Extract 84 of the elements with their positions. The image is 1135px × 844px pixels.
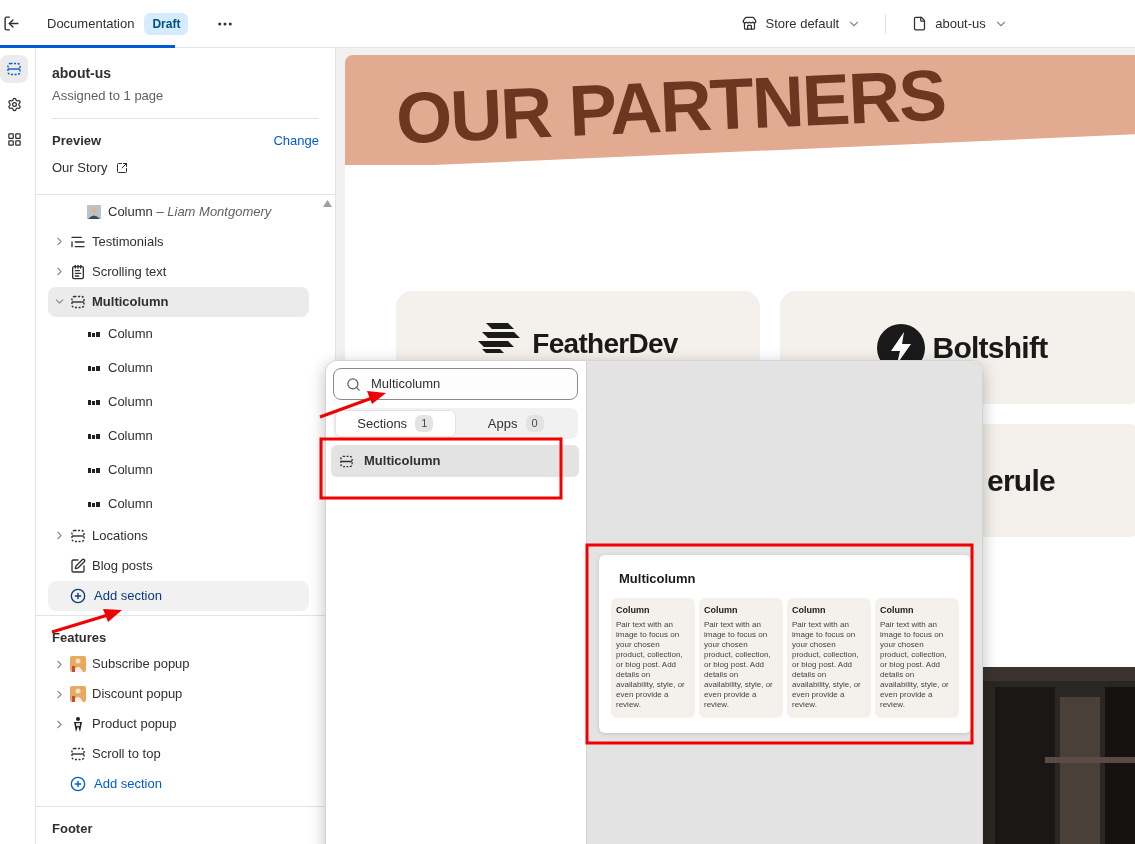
item-label: Column xyxy=(108,460,153,479)
page-selector[interactable]: about-us xyxy=(912,13,1008,34)
item-label: Multicolumn xyxy=(92,292,169,311)
tree-item[interactable]: Multicolumn xyxy=(48,286,309,317)
column-title: Column xyxy=(616,603,651,617)
preview-title: Multicolumn xyxy=(619,570,697,588)
item-label: Subscribe popup xyxy=(92,655,190,674)
tree-item[interactable]: Product popup xyxy=(48,709,309,739)
add-section-button[interactable]: Add section xyxy=(48,580,309,611)
assigned-text: Assigned to 1 page xyxy=(52,87,165,105)
preview-label: Preview xyxy=(52,131,102,150)
column-text: Pair text with an image to focus on your chosen product, collection, or blog post. Add details on availability, style, or even provide a review. xyxy=(880,620,950,710)
column-title: Column xyxy=(792,603,827,617)
search-input[interactable]: Multicolumn xyxy=(371,374,561,394)
add-icon xyxy=(70,776,86,792)
item-label: Scroll to top xyxy=(92,745,161,764)
banner-text: OUR PARTNERS xyxy=(394,58,947,155)
item-label: Scrolling text xyxy=(92,262,167,281)
count-badge: 1 xyxy=(415,415,434,432)
tree-item[interactable]: Blog posts xyxy=(48,550,309,581)
tree-item[interactable]: Column xyxy=(48,452,309,487)
tree-item[interactable]: Column xyxy=(48,486,309,521)
item-label: Testimonials xyxy=(92,232,164,251)
item-label: Column xyxy=(108,494,153,513)
status-badge: Draft xyxy=(144,12,189,35)
column-text: Pair text with an image to focus on your chosen product, collection, or blog post. Add details on availability, style, or even provide a review. xyxy=(616,620,686,710)
template-name: about-us xyxy=(52,64,113,83)
tab[interactable]: Sections 1 xyxy=(335,410,456,437)
preview-page: Our Story xyxy=(52,159,108,177)
count-badge: 0 xyxy=(525,415,544,432)
item-label: Locations xyxy=(92,526,148,545)
tree-item[interactable]: Discount popup xyxy=(48,679,309,709)
section-icon xyxy=(70,746,86,762)
tree-item[interactable]: Scrolling text xyxy=(48,256,309,287)
column-title: Column xyxy=(704,603,739,617)
search-icon xyxy=(346,376,361,392)
result-item[interactable]: Multicolumn xyxy=(331,445,579,477)
theme-name: Documentation xyxy=(47,14,135,33)
logo-text: Boltshift xyxy=(932,330,1048,366)
tree-item[interactable]: Column xyxy=(48,316,309,351)
column-text: Pair text with an image to focus on your chosen product, collection, or blog post. Add details on availability, style, or even provide a review. xyxy=(704,620,774,710)
settings-icon xyxy=(6,96,22,112)
item-label: Column xyxy=(108,426,153,445)
item-label: Product popup xyxy=(92,715,177,734)
section-icon xyxy=(70,293,86,310)
column-title: Column xyxy=(880,603,915,617)
group-heading: Features xyxy=(51,628,108,647)
search-field[interactable]: Multicolumn xyxy=(333,368,578,400)
item-label: Discount popup xyxy=(92,685,183,704)
annotation-arrow xyxy=(51,609,122,634)
tab[interactable]: Apps 0 xyxy=(455,410,576,437)
add-icon xyxy=(70,587,86,604)
tree-item[interactable]: Column xyxy=(48,384,309,419)
item-label: Blog posts xyxy=(92,556,153,575)
file-icon xyxy=(912,16,928,31)
item-label: Column xyxy=(108,358,153,377)
tree-item[interactable]: Subscribe popup xyxy=(48,649,309,679)
add-section-button[interactable]: Add section xyxy=(48,769,309,799)
section-icon xyxy=(70,527,86,544)
edit-icon xyxy=(70,557,86,574)
store-icon xyxy=(742,16,758,31)
tree-item[interactable]: Column – Liam Montgomery xyxy=(48,196,309,227)
item-label: Column xyxy=(108,324,153,343)
apps-icon xyxy=(6,131,22,147)
tree-item[interactable]: Testimonials xyxy=(48,226,309,257)
tree-item[interactable]: Column xyxy=(48,350,309,385)
item-label: Column xyxy=(108,392,153,411)
tree-item[interactable]: Locations xyxy=(48,520,309,551)
theme-selector[interactable]: Store default xyxy=(742,13,862,34)
logo-text: erule xyxy=(987,463,1055,499)
tree-item[interactable]: Column xyxy=(48,418,309,453)
column-text: Pair text with an image to focus on your chosen product, collection, or blog post. Add details on availability, style, or even provide a review. xyxy=(792,620,862,710)
exit-icon[interactable] xyxy=(3,15,20,32)
tree-item[interactable]: Scroll to top xyxy=(48,739,309,769)
annotation-arrow xyxy=(319,391,386,419)
external-link-icon[interactable] xyxy=(115,161,128,174)
scroll-up-icon[interactable] xyxy=(323,199,332,207)
group-heading: Footer xyxy=(51,820,94,838)
logo-text: FeatherDev xyxy=(532,327,678,361)
change-link[interactable]: Change xyxy=(273,130,319,150)
sections-icon xyxy=(6,61,22,77)
text-block-icon xyxy=(70,263,86,280)
item-label: Column – Liam Montgomery xyxy=(108,202,272,221)
section-icon xyxy=(339,453,354,469)
